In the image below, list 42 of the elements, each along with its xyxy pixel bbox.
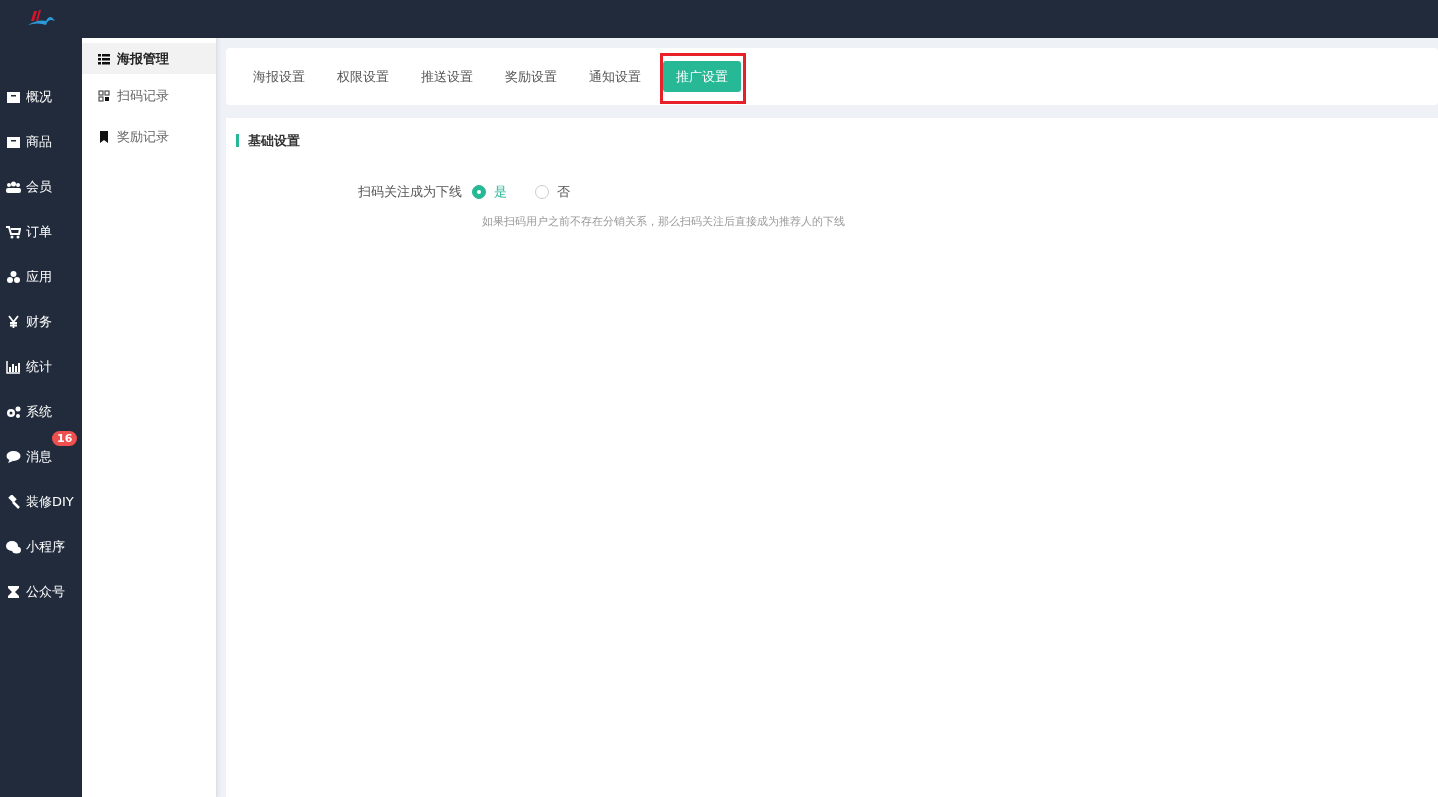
yen-icon [6,314,21,329]
section-title: 基础设置 [236,134,1428,147]
list-icon [98,52,110,65]
nav-item[interactable]: 装修DIY [0,479,82,524]
gavel-icon [6,494,21,509]
qrcode-icon [98,89,110,102]
nav-item[interactable]: 应用 [0,254,82,299]
tab[interactable]: 权限设置 [324,60,402,93]
radio-button[interactable] [535,184,549,199]
nav-item[interactable]: 财务 [0,299,82,344]
nav-item[interactable]: 系统 [0,389,82,434]
tab[interactable]: 推送设置 [408,60,486,93]
hourglass-icon [6,584,21,599]
nav-item[interactable]: 概况 [0,74,82,119]
submenu-item[interactable]: 奖励记录 [82,121,216,152]
count-badge: 16 [52,431,78,446]
nav-item[interactable]: 公众号 [0,569,82,614]
nav-item[interactable]: 商品 [0,119,82,164]
tab[interactable]: 海报设置 [240,60,318,93]
bookmark-icon [98,130,110,143]
radio-label[interactable]: 否 [557,182,570,202]
nav-item[interactable]: 小程序 [0,524,82,569]
help-text: 如果扫码用户之前不存在分销关系，那么扫码关注后直接成为推荐人的下线 [482,213,846,230]
bar-chart-icon [6,359,21,374]
cubes-icon [6,269,21,284]
nav-item[interactable]: 订单 [0,209,82,254]
field-label: 扫码关注成为下线 [357,183,463,201]
tab[interactable]: 通知设置 [576,60,654,93]
tab[interactable]: 奖励设置 [492,60,570,93]
radio-button[interactable] [472,184,486,199]
cart-icon [6,224,21,239]
archive-icon [6,134,21,149]
submenu-item[interactable]: 扫码记录 [82,80,216,111]
nav-item[interactable]: 消息 16 [0,434,82,479]
chat-icon [6,449,21,464]
submenu-item[interactable]: 海报管理 [82,43,216,74]
gears-icon [6,404,21,419]
nav-item[interactable]: 统计 [0,344,82,389]
nav-item[interactable]: 会员 [0,164,82,209]
users-icon [6,179,21,194]
archive-icon [6,89,21,104]
chat-bubbles-icon [6,539,21,554]
